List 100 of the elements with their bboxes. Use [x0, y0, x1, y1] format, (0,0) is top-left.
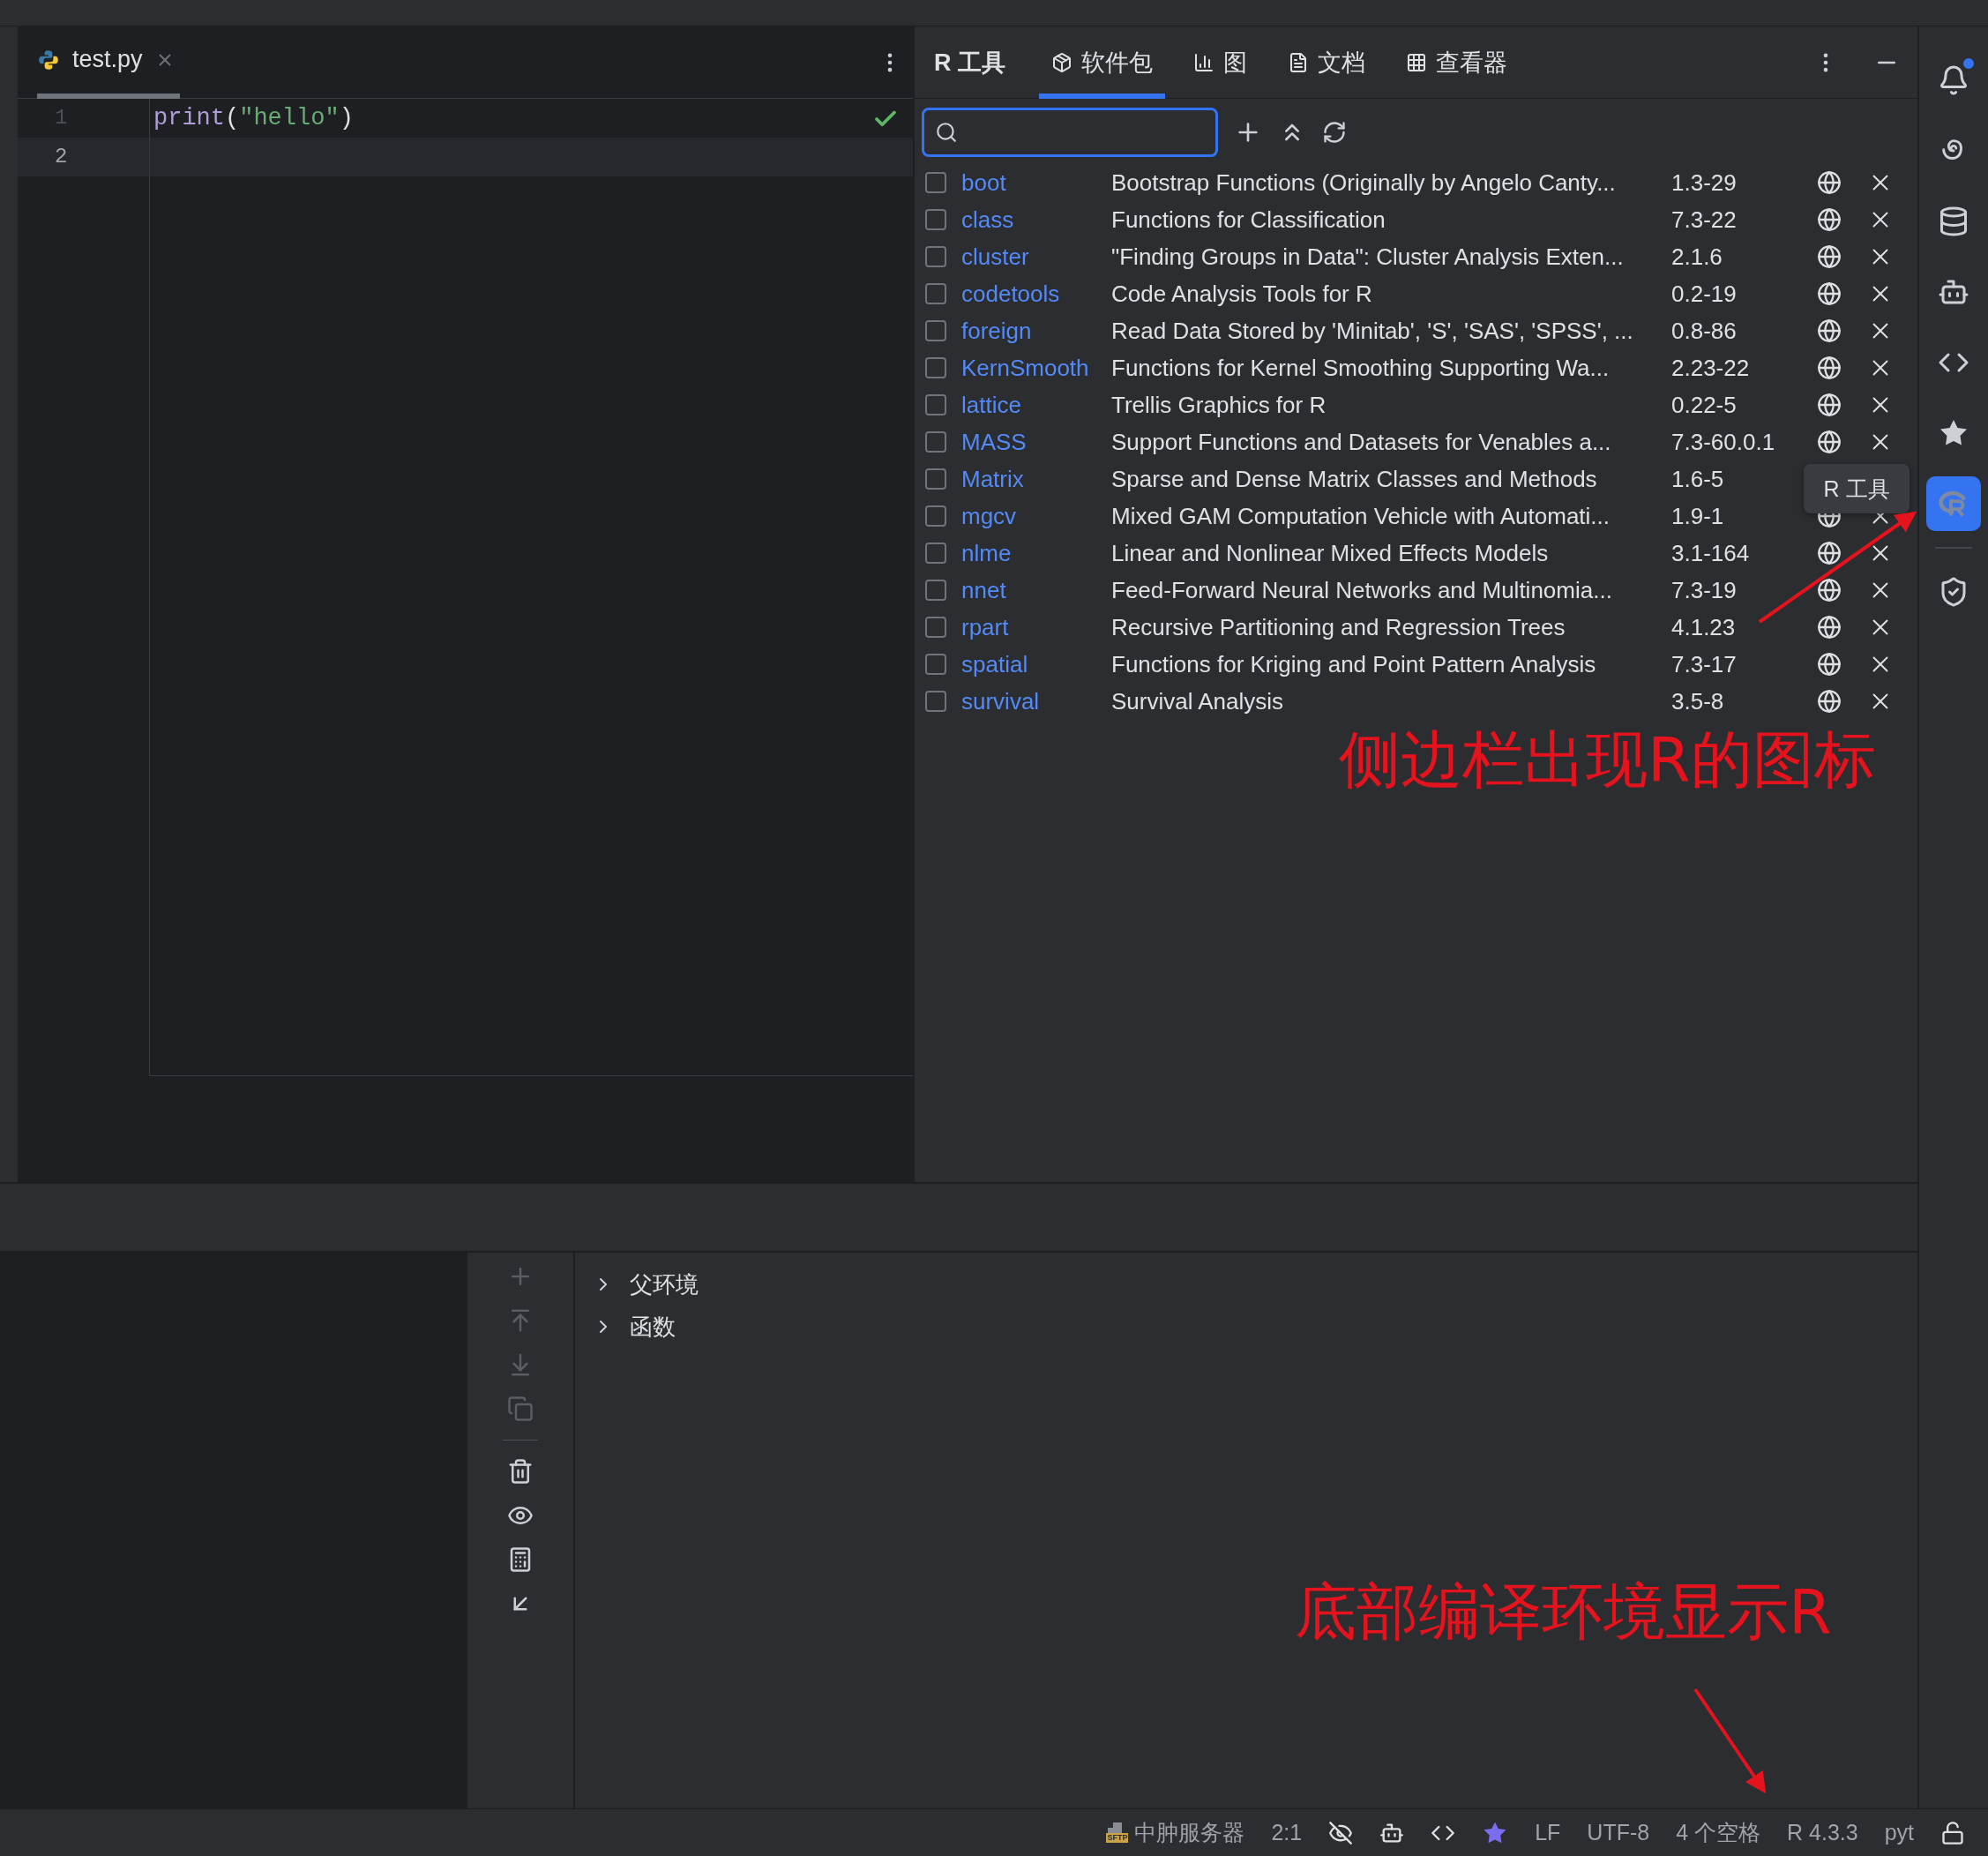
package-name[interactable]: Matrix: [961, 465, 1111, 493]
package-description: Survival Analysis: [1111, 687, 1285, 715]
globe-icon[interactable]: [1817, 541, 1842, 565]
tab-label: test.py: [72, 46, 143, 73]
checkbox[interactable]: [925, 654, 946, 675]
code-text: print("hello"): [153, 105, 354, 131]
globe-icon[interactable]: [1817, 355, 1842, 380]
refresh-icon[interactable]: [1322, 120, 1347, 145]
globe-icon[interactable]: [1817, 318, 1842, 343]
checkbox[interactable]: [925, 617, 946, 638]
globe-icon[interactable]: [1817, 578, 1842, 602]
package-name[interactable]: codetools: [961, 280, 1111, 308]
tree-item[interactable]: 函数: [630, 1311, 676, 1343]
package-version: 1.3-29: [1671, 168, 1738, 197]
checkbox[interactable]: [925, 172, 946, 193]
grid-icon: [1406, 51, 1427, 73]
package-version: 2.23-22: [1671, 354, 1751, 382]
tooltip: R 工具: [1804, 464, 1910, 513]
package-name[interactable]: nlme: [961, 539, 1111, 567]
line-number: 2: [18, 138, 150, 176]
checkbox[interactable]: [925, 468, 946, 490]
status-item[interactable]: LF: [1535, 1820, 1561, 1845]
package-name[interactable]: rpart: [961, 613, 1111, 641]
checkbox[interactable]: [925, 394, 946, 415]
package-description: Support Functions and Datasets for Venables a...: [1111, 428, 1612, 456]
panel-tab[interactable]: 图: [1181, 26, 1259, 99]
package-version: 3.5-8: [1671, 687, 1725, 715]
package-name[interactable]: mgcv: [961, 502, 1111, 530]
checkbox[interactable]: [925, 283, 946, 304]
document-icon: [1288, 51, 1309, 73]
package-version: 3.1-164: [1671, 539, 1751, 567]
package-name[interactable]: MASS: [961, 428, 1111, 456]
panel-title: R 工具: [934, 48, 1005, 78]
package-name[interactable]: nnet: [961, 576, 1111, 604]
globe-icon[interactable]: [1817, 689, 1842, 714]
package-description: Functions for Classification: [1111, 206, 1386, 234]
checkbox[interactable]: [925, 543, 946, 564]
panel-tab[interactable]: 文档: [1275, 26, 1378, 99]
package-description: Functions for Kernel Smoothing Supporting Wa...: [1111, 354, 1611, 382]
database-icon: [1938, 206, 1969, 237]
package-name[interactable]: boot: [961, 168, 1111, 197]
globe-icon[interactable]: [1817, 244, 1842, 269]
package-description: Feed-Forward Neural Networks and Multinomia...: [1111, 576, 1613, 604]
tree-item[interactable]: 父环境: [630, 1269, 699, 1300]
trash-icon[interactable]: [507, 1458, 534, 1485]
package-version: 7.3-19: [1671, 576, 1738, 604]
checkbox[interactable]: [925, 357, 946, 378]
globe-icon[interactable]: [1817, 615, 1842, 640]
package-description: Trellis Graphics for R: [1111, 391, 1327, 419]
globe-icon[interactable]: [1817, 430, 1842, 454]
globe-icon[interactable]: [1817, 170, 1842, 195]
package-name[interactable]: KernSmooth: [961, 354, 1111, 382]
checkbox[interactable]: [925, 320, 946, 341]
package-version: 0.2-19: [1671, 280, 1738, 308]
status-item[interactable]: 2:1: [1271, 1820, 1303, 1845]
status-item[interactable]: 4 个空格: [1676, 1818, 1761, 1847]
checkbox[interactable]: [925, 209, 946, 230]
checkbox[interactable]: [925, 246, 946, 267]
package-version: 1.9-1: [1671, 502, 1725, 530]
package-version: 0.22-5: [1671, 391, 1738, 419]
package-version: 1.6-5: [1671, 465, 1725, 493]
package-version: 7.3-22: [1671, 206, 1738, 234]
package-name[interactable]: class: [961, 206, 1111, 234]
package-name[interactable]: survival: [961, 687, 1111, 715]
checkbox[interactable]: [925, 431, 946, 453]
checkbox[interactable]: [925, 691, 946, 712]
status-item[interactable]: pyt: [1884, 1820, 1914, 1845]
package-version: 7.3-17: [1671, 650, 1738, 678]
package-icon: [1051, 51, 1072, 73]
package-name[interactable]: lattice: [961, 391, 1111, 419]
package-description: Sparse and Dense Matrix Classes and Methods: [1111, 465, 1598, 493]
globe-icon[interactable]: [1817, 281, 1842, 306]
package-description: Linear and Nonlinear Mixed Effects Models: [1111, 539, 1550, 567]
package-name[interactable]: foreign: [961, 317, 1111, 345]
globe-icon[interactable]: [1817, 207, 1842, 232]
status-item[interactable]: UTF-8: [1587, 1820, 1650, 1845]
panel-tab[interactable]: 软件包: [1039, 26, 1165, 99]
package-name[interactable]: spatial: [961, 650, 1111, 678]
status-server[interactable]: SFTP 中肿服务器: [1106, 1818, 1245, 1847]
bell-icon: [1938, 64, 1969, 96]
python-logo-icon: [37, 48, 60, 71]
checkbox[interactable]: [925, 505, 946, 527]
file-tab[interactable]: test.py: [37, 26, 180, 99]
eye-off-icon: [1328, 1820, 1354, 1845]
package-name[interactable]: cluster: [961, 243, 1111, 271]
panel-tab[interactable]: 查看器: [1394, 26, 1520, 99]
search-field[interactable]: [922, 108, 1218, 157]
package-version: 7.3-60.0.1: [1671, 428, 1776, 456]
package-version: 4.1.23: [1671, 613, 1737, 641]
checkbox[interactable]: [925, 580, 946, 601]
package-description: Read Data Stored by 'Minitab', 'S', 'SAS', 'SPSS', ...: [1111, 317, 1634, 345]
bar-chart-icon: [1193, 51, 1214, 73]
annotation-text: 底部编译环境显示R: [1295, 1581, 1832, 1643]
package-description: Bootstrap Functions (Originally by Angelo Canty...: [1111, 168, 1617, 197]
globe-icon[interactable]: [1817, 652, 1842, 677]
package-version: 0.8-86: [1671, 317, 1738, 345]
globe-icon[interactable]: [1817, 393, 1842, 417]
status-item[interactable]: R 4.3.3: [1787, 1820, 1858, 1845]
package-description: Mixed GAM Computation Vehicle with Automati...: [1111, 502, 1611, 530]
package-description: Recursive Partitioning and Regression Trees: [1111, 613, 1566, 641]
